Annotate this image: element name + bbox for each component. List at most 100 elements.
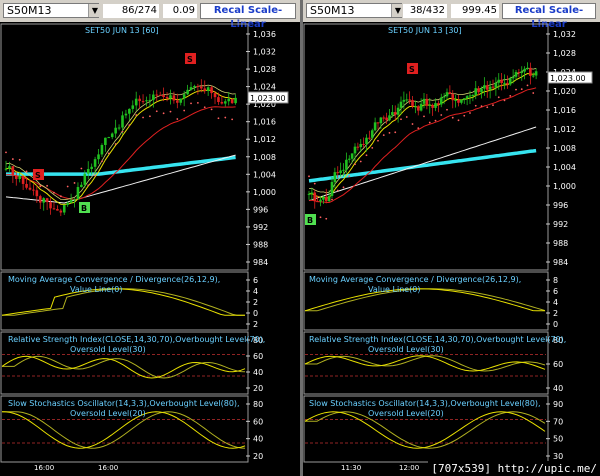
candle-body [460, 99, 463, 103]
sar-dot [354, 163, 356, 166]
sar-dot [526, 84, 529, 87]
indicator-label-2: Oversold Level(20) [70, 409, 146, 418]
candle-body [32, 189, 35, 191]
candle-body [206, 87, 210, 91]
candle-body [368, 137, 371, 139]
sar-dot [515, 88, 517, 91]
y-tick-label: 1,004 [553, 163, 576, 172]
indicator-label: Moving Average Convergence / Divergence(… [309, 275, 521, 284]
candle-body [213, 93, 217, 98]
candle-body [179, 98, 183, 103]
ma-yellow2-line [308, 67, 537, 194]
candle-body [162, 95, 165, 98]
candle-body [56, 208, 59, 211]
candle-body [234, 97, 237, 104]
sub-tick-label: 60 [553, 360, 563, 369]
y-tick-label: 1,008 [253, 153, 276, 162]
y-tick-label: 984 [553, 258, 568, 267]
y-tick-label: 996 [553, 201, 568, 210]
candle-body [520, 71, 524, 73]
sub-tick-label: 50 [553, 435, 563, 444]
indicator-label-2: Value Line(0) [368, 285, 421, 294]
candle-body [488, 86, 492, 90]
candle-body [402, 99, 406, 102]
sar-dot [142, 116, 144, 119]
candle-body [83, 173, 87, 185]
sar-dot [394, 131, 397, 134]
ma-cyan-line [308, 148, 537, 183]
y-tick-label: 1,012 [253, 135, 276, 144]
chart-title: SET50 JUN 13 [60] [85, 26, 159, 35]
candle-body [145, 100, 148, 102]
sar-dot [405, 116, 408, 118]
left-chart-canvas[interactable]: 1,0361,0321,0281,0241,0201,0161,0121,008… [0, 22, 300, 476]
sar-dot [217, 117, 220, 120]
candle-body [414, 106, 417, 108]
left-symbol-select[interactable]: S50M13 [3, 3, 99, 18]
candle-body [152, 94, 155, 100]
sar-dot [411, 123, 414, 125]
y-tick-label: 1,028 [253, 65, 276, 74]
candle-body [124, 113, 128, 116]
sar-dot [53, 191, 55, 194]
sar-dot [520, 88, 523, 91]
sub-tick-label: 4 [253, 287, 258, 296]
chevron-down-icon[interactable]: ▼ [88, 4, 101, 17]
right-chart-canvas[interactable]: 1,0321,0281,0241,0201,0161,0121,0081,004… [303, 22, 600, 476]
candle-body [49, 202, 52, 209]
sar-dot [336, 189, 339, 192]
sar-dot [224, 116, 227, 119]
sar-dot [382, 134, 385, 137]
indicator-signal-line [305, 288, 546, 312]
indicator-label-2: Oversold Level(30) [70, 345, 146, 354]
candle-body [333, 172, 337, 182]
candle-body [422, 98, 426, 104]
left-recal-scale-button[interactable]: Recal Scale-Linear [200, 3, 296, 30]
candle-body [393, 112, 397, 115]
sar-dot [39, 185, 42, 188]
pane-frame [303, 23, 549, 271]
time-tick-label: 11:30 [341, 464, 361, 472]
sar-dot [497, 96, 500, 99]
sub-tick-label: 6 [553, 287, 558, 296]
sub-tick-label: 2 [553, 309, 558, 318]
candle-body [483, 85, 486, 89]
candle-body [416, 106, 420, 111]
candle-body [457, 99, 460, 103]
candle-body [462, 98, 466, 100]
candle-body [11, 166, 15, 176]
candle-body [391, 112, 394, 116]
candle-body [176, 100, 179, 103]
indicator-line [304, 355, 546, 372]
candle-body [342, 169, 345, 171]
candle-body [38, 196, 42, 203]
y-tick-label: 1,028 [553, 49, 576, 58]
sar-dot [196, 101, 199, 104]
candle-body [514, 72, 518, 77]
sar-dot [183, 109, 186, 112]
right-recal-scale-button[interactable]: Recal Scale-Linear [502, 3, 596, 30]
sar-dot [400, 118, 402, 121]
candle-body [217, 97, 220, 103]
candle-body [324, 196, 328, 202]
sub-tick-label: 2 [253, 320, 258, 329]
candle-body [14, 175, 18, 179]
candle-body [347, 158, 351, 160]
sub-tick-label: 80 [253, 400, 263, 409]
candle-body [35, 190, 39, 197]
sub-tick-label: 70 [553, 417, 563, 426]
time-tick-label: 16:00 [34, 464, 54, 472]
candle-body [388, 115, 391, 121]
y-tick-label: 1,032 [253, 48, 276, 57]
sar-dot [325, 217, 328, 220]
left-value-readout: 0.09 [163, 4, 197, 18]
sar-dot [11, 158, 14, 160]
sar-dot [428, 121, 431, 124]
sar-dot [176, 118, 179, 120]
right-symbol-select[interactable]: S50M13 [306, 3, 402, 18]
candle-body [310, 192, 314, 194]
right-symbol-text: S50M13 [310, 4, 355, 17]
candle-body [431, 104, 434, 108]
candle-body [517, 72, 521, 74]
sar-dot [359, 160, 362, 163]
